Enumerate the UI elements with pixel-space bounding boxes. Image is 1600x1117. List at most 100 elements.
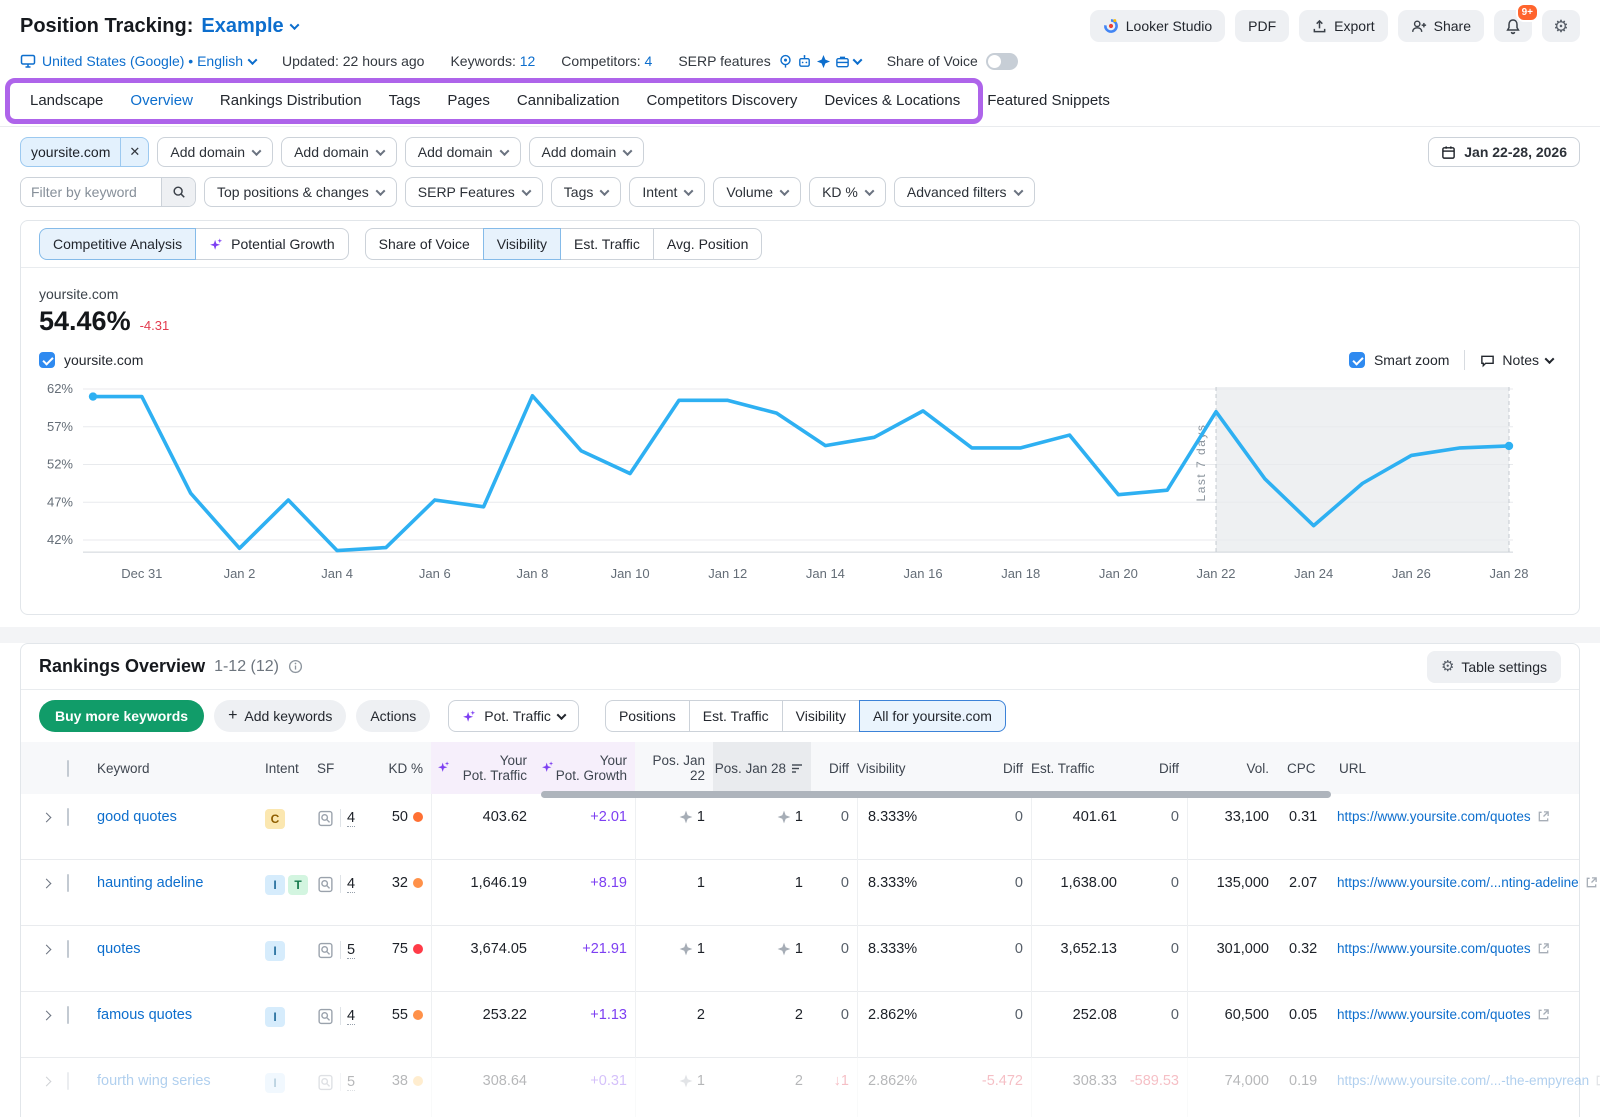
url-link[interactable]: https://www.yoursite.com/quotes (1337, 941, 1531, 956)
view-positions[interactable]: Positions (605, 700, 690, 732)
view-visibility[interactable]: Visibility (782, 700, 860, 732)
tab-cannibalization[interactable]: Cannibalization (517, 78, 620, 124)
row-expand-chevron[interactable] (42, 1011, 52, 1021)
keyword-link[interactable]: good quotes (97, 809, 177, 825)
row-expand-chevron[interactable] (42, 813, 52, 823)
metric-avg-position[interactable]: Avg. Position (653, 228, 762, 260)
volume-filter[interactable]: Volume (713, 177, 801, 207)
col-cpc[interactable]: CPC (1277, 761, 1329, 776)
url-link[interactable]: https://www.yoursite.com/quotes (1337, 809, 1531, 824)
notes-dropdown[interactable]: Notes (1480, 352, 1553, 368)
serp-features-count[interactable]: 5 (347, 1074, 355, 1091)
add-domain-button-4[interactable]: Add domain (529, 137, 645, 167)
settings-button[interactable]: ⚙ (1542, 10, 1580, 42)
row-checkbox[interactable] (67, 940, 69, 958)
intent-badge-i[interactable]: I (265, 875, 285, 895)
smart-zoom-checkbox[interactable] (1349, 352, 1365, 368)
advanced-filters[interactable]: Advanced filters (894, 177, 1035, 207)
tab-overview[interactable]: Overview (130, 78, 193, 124)
potential-growth-toggle[interactable]: Potential Growth (195, 228, 349, 260)
serp-features-count[interactable]: 5 (347, 942, 355, 959)
intent-badge-i[interactable]: I (265, 1073, 285, 1093)
metric-est-traffic[interactable]: Est. Traffic (560, 228, 654, 260)
tab-landscape[interactable]: Landscape (30, 78, 103, 124)
competitive-analysis-toggle[interactable]: Competitive Analysis (39, 228, 196, 260)
col-pot-traffic[interactable]: Your Pot. Traffic (431, 742, 535, 794)
search-button[interactable] (161, 178, 195, 206)
project-selector[interactable]: Example (201, 15, 297, 38)
remove-domain-button[interactable]: ✕ (120, 137, 148, 167)
url-link[interactable]: https://www.yoursite.com/...nting-adelin… (1337, 875, 1579, 890)
intent-badge-c[interactable]: C (265, 809, 285, 829)
metric-visibility[interactable]: Visibility (483, 228, 561, 260)
row-expand-chevron[interactable] (42, 879, 52, 889)
col-intent[interactable]: Intent (265, 761, 317, 776)
tab-featured-snippets[interactable]: Featured Snippets (987, 78, 1110, 124)
legend-item-yoursite[interactable]: yoursite.com (39, 352, 143, 368)
view-est-traffic[interactable]: Est. Traffic (689, 700, 783, 732)
col-sf[interactable]: SF (317, 761, 377, 776)
col-pot-growth[interactable]: Your Pot. Growth (535, 742, 635, 794)
tab-tags[interactable]: Tags (389, 78, 421, 124)
table-horizontal-scrollbar[interactable] (541, 791, 1331, 798)
keyword-link[interactable]: fourth wing series (97, 1073, 211, 1089)
tags-filter[interactable]: Tags (551, 177, 622, 207)
serp-features-filter[interactable]: SERP Features (405, 177, 543, 207)
intent-badge-t[interactable]: T (288, 875, 308, 895)
col-pos-jan22[interactable]: Pos. Jan 22 (635, 753, 713, 783)
intent-filter[interactable]: Intent (629, 177, 705, 207)
add-domain-button-2[interactable]: Add domain (281, 137, 397, 167)
share-of-voice-toggle[interactable] (986, 53, 1018, 70)
col-url[interactable]: URL (1329, 761, 1579, 776)
pot-traffic-dropdown[interactable]: Pot. Traffic (448, 700, 579, 732)
export-button[interactable]: Export (1299, 10, 1387, 42)
actions-button[interactable]: Actions (356, 700, 430, 732)
row-expand-chevron[interactable] (42, 1077, 52, 1087)
looker-studio-button[interactable]: Looker Studio (1090, 10, 1225, 42)
serp-features-selector[interactable]: SERP features (678, 53, 860, 69)
keyword-link[interactable]: haunting adeline (97, 875, 203, 891)
row-checkbox[interactable] (67, 1006, 69, 1024)
tab-devices-locations[interactable]: Devices & Locations (824, 78, 960, 124)
url-link[interactable]: https://www.yoursite.com/...-the-empyrea… (1337, 1073, 1589, 1088)
pdf-button[interactable]: PDF (1235, 10, 1289, 42)
select-all-checkbox[interactable] (67, 760, 69, 777)
tab-rankings-distribution[interactable]: Rankings Distribution (220, 78, 362, 124)
col-diff-visibility[interactable]: Diff (969, 761, 1031, 776)
share-button[interactable]: Share (1398, 10, 1484, 42)
tab-pages[interactable]: Pages (447, 78, 490, 124)
buy-more-keywords-button[interactable]: Buy more keywords (39, 700, 204, 732)
url-link[interactable]: https://www.yoursite.com/quotes (1337, 1007, 1531, 1022)
serp-features-count[interactable]: 4 (347, 1008, 355, 1025)
row-checkbox[interactable] (67, 874, 69, 892)
table-settings-button[interactable]: ⚙ Table settings (1427, 651, 1561, 683)
legend-checkbox[interactable] (39, 352, 55, 368)
add-domain-button-3[interactable]: Add domain (405, 137, 521, 167)
intent-badge-i[interactable]: I (265, 941, 285, 961)
col-pos-jan28-sorted[interactable]: Pos. Jan 28 (713, 742, 811, 794)
col-diff-est-traffic[interactable]: Diff (1125, 761, 1187, 776)
col-diff-pos[interactable]: Diff (811, 761, 857, 776)
top-positions-filter[interactable]: Top positions & changes (204, 177, 397, 207)
notifications-button[interactable]: 9+ (1494, 10, 1532, 42)
row-expand-chevron[interactable] (42, 945, 52, 955)
serp-features-count[interactable]: 4 (347, 876, 355, 893)
add-domain-button-1[interactable]: Add domain (157, 137, 273, 167)
col-est-traffic[interactable]: Est. Traffic (1031, 761, 1125, 776)
col-visibility[interactable]: Visibility (857, 761, 969, 776)
tab-competitors-discovery[interactable]: Competitors Discovery (646, 78, 797, 124)
date-range-picker[interactable]: Jan 22-28, 2026 (1428, 137, 1580, 167)
competitors-count[interactable]: Competitors: 4 (561, 53, 652, 69)
keyword-link[interactable]: famous quotes (97, 1007, 192, 1023)
keyword-link[interactable]: quotes (97, 941, 141, 957)
serp-features-count[interactable]: 4 (347, 810, 355, 827)
intent-badge-i[interactable]: I (265, 1007, 285, 1027)
keywords-count[interactable]: Keywords: 12 (450, 53, 535, 69)
view-all-for-yoursite[interactable]: All for yoursite.com (859, 700, 1006, 732)
col-volume[interactable]: Vol. (1187, 761, 1277, 776)
keyword-filter-input[interactable] (21, 178, 161, 206)
location-selector[interactable]: United States (Google) • English (20, 53, 256, 69)
row-checkbox[interactable] (67, 1072, 69, 1090)
kd-filter[interactable]: KD % (809, 177, 886, 207)
metric-share-of-voice[interactable]: Share of Voice (365, 228, 484, 260)
